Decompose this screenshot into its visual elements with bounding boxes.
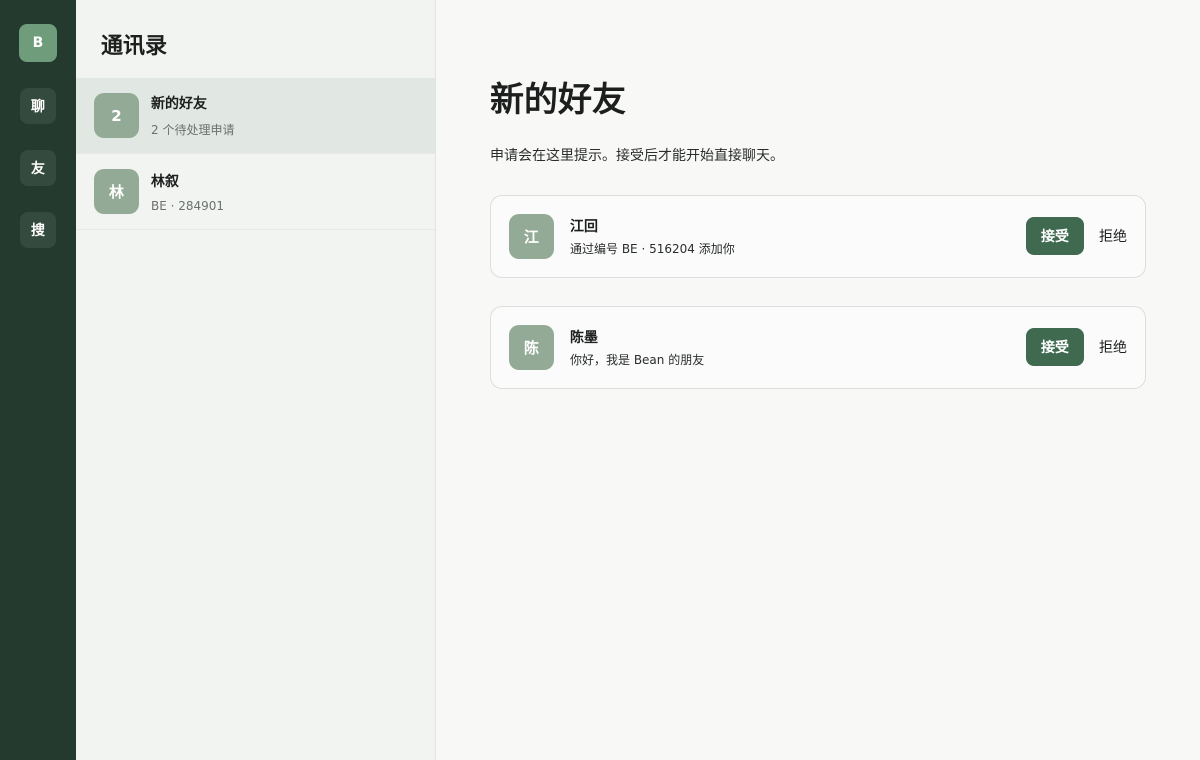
main-content: 新的好友 申请会在这里提示。接受后才能开始直接聊天。 江 江回 通过编号 BE … (436, 0, 1200, 760)
request-name: 江回 (570, 218, 598, 235)
request-text: 陈墨 你好，我是 Bean 的朋友 (570, 327, 1026, 368)
contact-avatar: 林 (94, 169, 139, 214)
rail-search-button[interactable]: 搜 (20, 212, 56, 248)
request-message: 你好，我是 Bean 的朋友 (570, 352, 705, 367)
contact-subtitle: BE · 284901 (151, 198, 225, 213)
request-name: 陈墨 (570, 329, 598, 346)
contact-subtitle: 2 个待处理申请 (151, 123, 235, 137)
reject-button[interactable]: 拒绝 (1099, 337, 1127, 357)
nav-rail: B 聊 友 搜 (0, 0, 76, 760)
request-message: 通过编号 BE · 516204 添加你 (570, 241, 735, 256)
contact-avatar: 2 (94, 93, 139, 138)
contact-name: 新的好友 (151, 96, 207, 112)
accept-button[interactable]: 接受 (1026, 328, 1084, 367)
contacts-title: 通讯录 (101, 34, 168, 59)
user-avatar[interactable]: B (19, 24, 57, 62)
contact-text: 林叙 BE · 284901 (151, 171, 224, 213)
contact-item-linxu[interactable]: 林 林叙 BE · 284901 (76, 154, 435, 230)
page-title: 新的好友 (490, 80, 626, 120)
contact-name: 林叙 (151, 173, 179, 190)
request-avatar: 陈 (509, 324, 554, 370)
friend-request-card: 陈 陈墨 你好，我是 Bean 的朋友 接受 拒绝 (490, 305, 1146, 389)
reject-button[interactable]: 拒绝 (1099, 226, 1127, 246)
accept-button[interactable]: 接受 (1026, 217, 1084, 256)
request-avatar: 江 (509, 213, 554, 259)
rail-chat-button[interactable]: 聊 (20, 88, 56, 124)
friend-request-card: 江 江回 通过编号 BE · 516204 添加你 接受 拒绝 (490, 194, 1146, 278)
contacts-panel: 通讯录 2 新的好友 2 个待处理申请 林 林叙 BE · 284901 (76, 0, 436, 760)
app: B 聊 友 搜 通讯录 2 新的好友 2 个待处理申请 林 林叙 BE · 28… (0, 0, 1200, 760)
page-description: 申请会在这里提示。接受后才能开始直接聊天。 (490, 147, 784, 164)
rail-friends-button[interactable]: 友 (20, 150, 56, 186)
contact-item-new-friends[interactable]: 2 新的好友 2 个待处理申请 (76, 78, 435, 154)
request-text: 江回 通过编号 BE · 516204 添加你 (570, 216, 1026, 257)
contact-text: 新的好友 2 个待处理申请 (151, 93, 234, 138)
